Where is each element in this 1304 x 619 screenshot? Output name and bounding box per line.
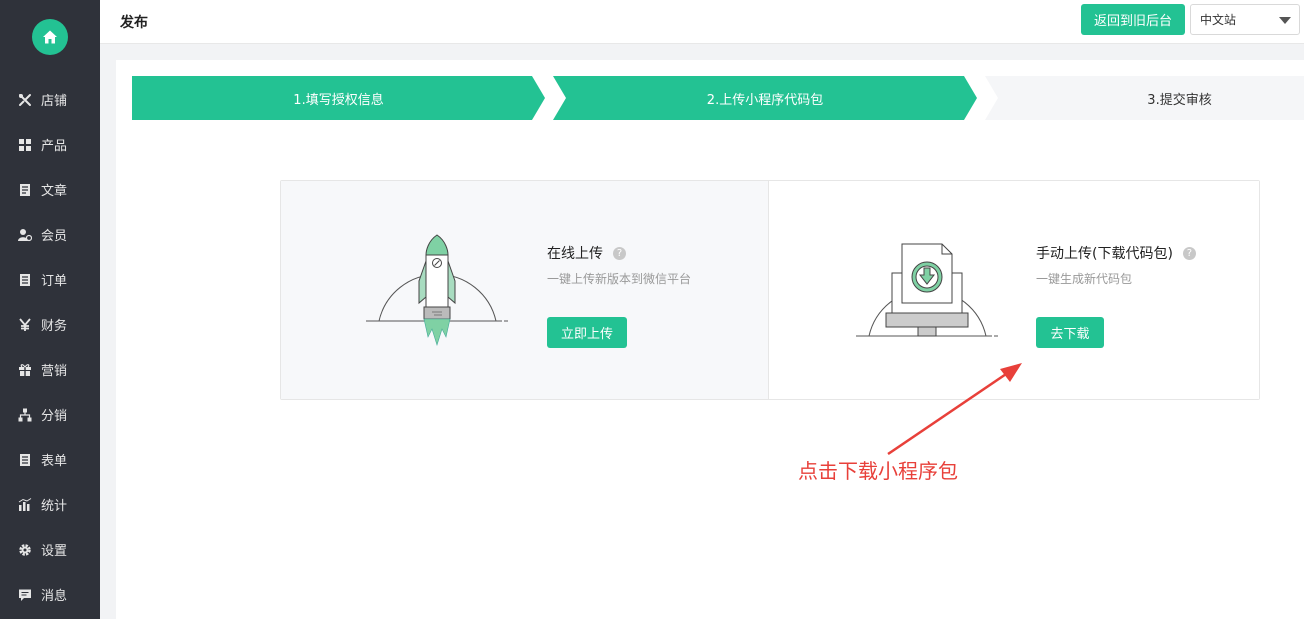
sidebar-item-message[interactable]: 消息 (0, 572, 100, 617)
sidebar-item-label: 财务 (41, 319, 68, 334)
manual-upload-title: 手动上传(下载代码包) ? (1036, 243, 1196, 263)
manual-upload-desc: 一键生成新代码包 (1036, 272, 1133, 286)
online-upload-card: 在线上传 ? 一键上传新版本到微信平台 立即上传 (281, 181, 769, 399)
sidebar-item-member[interactable]: 会员 (0, 212, 100, 257)
sidebar-item-label: 会员 (41, 229, 68, 244)
sidebar-item-label: 营销 (41, 364, 68, 379)
step-submit-review: 3.提交审核 (985, 76, 1304, 120)
bar-chart-icon (18, 497, 32, 511)
sidebar-item-distribution[interactable]: 分销 (0, 392, 100, 437)
sidebar-item-label: 表单 (41, 454, 68, 469)
sidebar-item-label: 设置 (41, 544, 68, 559)
site-language-select[interactable]: 中文站 (1190, 4, 1300, 35)
grid-icon (19, 138, 31, 151)
sidebar-item-label: 分销 (41, 409, 68, 424)
sidebar-item-finance[interactable]: 财务 (0, 302, 100, 347)
document-icon (20, 183, 30, 196)
sidebar-item-label: 店铺 (41, 94, 68, 109)
back-to-old-admin-button[interactable]: 返回到旧后台 (1081, 4, 1185, 35)
sidebar-item-label: 产品 (41, 139, 68, 154)
site-select-value: 中文站 (1200, 13, 1237, 27)
sidebar-item-article[interactable]: 文章 (0, 167, 100, 212)
sidebar-item-store[interactable]: 店铺 (0, 77, 100, 122)
go-download-button[interactable]: 去下载 (1036, 317, 1104, 348)
help-icon[interactable]: ? (613, 246, 626, 260)
sidebar-item-label: 统计 (41, 499, 68, 514)
caret-down-icon (1279, 17, 1291, 24)
sidebar-item-settings[interactable]: 设置 (0, 527, 100, 572)
home-button[interactable] (32, 19, 68, 55)
sidebar-item-statistics[interactable]: 统计 (0, 482, 100, 527)
sidebar-item-order[interactable]: 订单 (0, 257, 100, 302)
sidebar-item-product[interactable]: 产品 (0, 122, 100, 167)
download-package-illustration (856, 243, 998, 337)
annotation-arrow-icon (887, 363, 1022, 456)
list-icon (20, 273, 30, 286)
upload-options: 在线上传 ? 一键上传新版本到微信平台 立即上传 手动上传(下载代码包) ? 一… (280, 180, 1260, 400)
step-upload-code-package: 2.上传小程序代码包 (553, 76, 977, 120)
top-header: 发布 返回到旧后台 中文站 (100, 0, 1304, 44)
sidebar-item-label: 订单 (41, 274, 68, 289)
help-icon[interactable]: ? (1182, 246, 1196, 260)
step-fill-auth-info: 1.填写授权信息 (132, 76, 545, 120)
step-progress: 1.填写授权信息 2.上传小程序代码包 3.提交审核 (132, 76, 1304, 120)
sitemap-icon (18, 408, 32, 421)
gift-icon (19, 363, 31, 376)
sidebar-item-form[interactable]: 表单 (0, 437, 100, 482)
rocket-illustration (366, 234, 508, 347)
sidebar-item-label: 消息 (41, 589, 68, 604)
sidebar-nav: 店铺 产品 文章 会员 订单 财务 营销 分销 表单 统计 设置 消息 (0, 77, 100, 617)
sidebar: 店铺 产品 文章 会员 订单 财务 营销 分销 表单 统计 设置 消息 (0, 0, 100, 619)
sidebar-item-marketing[interactable]: 营销 (0, 347, 100, 392)
wrench-cross-icon (19, 93, 31, 106)
gear-icon (19, 543, 31, 556)
main-panel: 1.填写授权信息 2.上传小程序代码包 3.提交审核 在线上传 ? 一键上传新版… (116, 60, 1304, 619)
upload-now-button[interactable]: 立即上传 (547, 317, 627, 348)
member-icon (18, 228, 32, 241)
online-upload-desc: 一键上传新版本到微信平台 (547, 272, 692, 286)
yen-icon (19, 317, 31, 331)
sidebar-item-label: 文章 (41, 184, 68, 199)
online-upload-title: 在线上传 ? (547, 243, 626, 263)
annotation-text: 点击下载小程序包 (798, 459, 958, 483)
form-icon (20, 453, 30, 466)
message-icon (19, 589, 31, 601)
page-title: 发布 (120, 15, 148, 31)
home-icon (43, 30, 57, 44)
